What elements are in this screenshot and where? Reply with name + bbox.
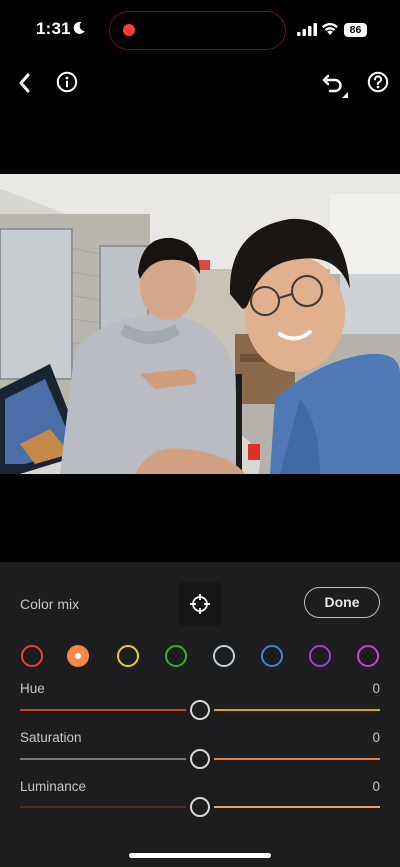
dynamic-island[interactable] bbox=[109, 11, 286, 50]
photo-preview[interactable] bbox=[0, 174, 400, 474]
saturation-value: 0 bbox=[372, 730, 380, 745]
photo-image bbox=[0, 174, 400, 474]
color-mix-panel: Color mix Done Hue 0 Saturation 0 Lumina… bbox=[0, 562, 400, 867]
saturation-track-left bbox=[20, 758, 186, 760]
saturation-slider-thumb[interactable] bbox=[190, 749, 210, 769]
undo-icon bbox=[322, 74, 348, 98]
undo-button[interactable] bbox=[320, 70, 350, 100]
luminance-slider-thumb[interactable] bbox=[190, 797, 210, 817]
luminance-label: Luminance bbox=[20, 779, 87, 794]
wifi-icon bbox=[322, 23, 338, 35]
swatch-aqua[interactable] bbox=[213, 645, 235, 667]
hue-value: 0 bbox=[372, 681, 380, 696]
status-bar: 1:31 86 bbox=[0, 0, 400, 60]
targeted-adjustment-button[interactable] bbox=[178, 582, 222, 626]
chevron-left-icon bbox=[19, 73, 30, 93]
info-icon bbox=[56, 71, 78, 93]
battery-indicator: 86 bbox=[344, 23, 367, 37]
swatch-red[interactable] bbox=[21, 645, 43, 667]
back-button[interactable] bbox=[12, 70, 36, 96]
done-button[interactable]: Done bbox=[304, 587, 380, 618]
luminance-value: 0 bbox=[372, 779, 380, 794]
panel-title: Color mix bbox=[20, 596, 80, 612]
info-button[interactable] bbox=[55, 70, 79, 94]
luminance-track-right bbox=[214, 806, 380, 808]
saturation-track-right bbox=[214, 758, 380, 760]
help-icon bbox=[367, 71, 389, 93]
swatch-magenta[interactable] bbox=[357, 645, 379, 667]
status-time: 1:31 bbox=[36, 19, 71, 38]
swatch-blue[interactable] bbox=[261, 645, 283, 667]
swatch-green[interactable] bbox=[165, 645, 187, 667]
moon-icon bbox=[73, 21, 85, 34]
hue-track-right bbox=[214, 709, 380, 711]
hue-label: Hue bbox=[20, 681, 45, 696]
swatch-orange[interactable] bbox=[67, 645, 89, 667]
swatch-yellow[interactable] bbox=[117, 645, 139, 667]
cellular-signal-icon bbox=[297, 23, 317, 36]
hue-slider-thumb[interactable] bbox=[190, 700, 210, 720]
swatch-purple[interactable] bbox=[309, 645, 331, 667]
home-indicator[interactable] bbox=[129, 853, 271, 858]
saturation-label: Saturation bbox=[20, 730, 82, 745]
help-button[interactable] bbox=[366, 70, 390, 94]
target-adjust-icon bbox=[190, 594, 210, 614]
recording-indicator-icon bbox=[123, 24, 135, 36]
hue-track-left bbox=[20, 709, 186, 711]
luminance-track-left bbox=[20, 806, 186, 808]
